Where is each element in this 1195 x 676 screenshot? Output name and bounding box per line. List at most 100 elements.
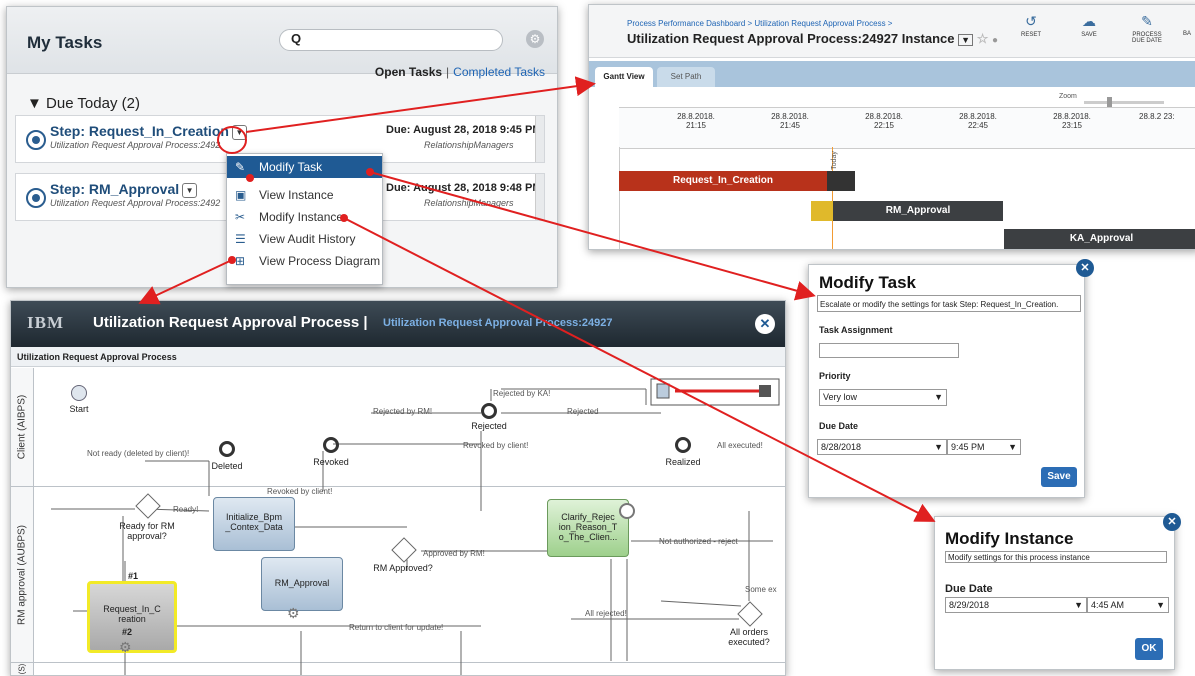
completed-tasks-link[interactable]: Completed Tasks — [453, 65, 545, 79]
end-event-deleted[interactable] — [219, 441, 235, 457]
task-context-menu: ✎ Modify Task ▣ View Instance ✂ Modify Inst… — [226, 153, 383, 285]
menu-label: View Instance — [259, 188, 334, 202]
task-name[interactable]: Step: Request_In_Creation — [50, 123, 229, 139]
edge-label: Return to client for update! — [349, 623, 444, 632]
zoom-label: Zoom — [1059, 93, 1077, 100]
gear-icon[interactable]: ⚙ — [526, 30, 544, 48]
reset-label: RESET — [1020, 32, 1041, 38]
modify-task-dialog: Modify Task ✕ Escalate or modify the set… — [808, 259, 1094, 498]
edge-label: All executed! — [717, 441, 763, 450]
due-date-value: 8/29/2018 — [949, 600, 990, 610]
breadcrumb[interactable]: Process Performance Dashboard > Utilizat… — [627, 19, 892, 28]
reset-button[interactable]: ↺ RESET — [1011, 13, 1051, 38]
ba-button[interactable]: BA — [1177, 13, 1195, 37]
task-name[interactable]: Step: RM_Approval — [50, 181, 179, 197]
gantt-bar[interactable]: RM_Approval — [833, 201, 1003, 221]
tab-gantt-view[interactable]: Gantt View — [595, 67, 653, 87]
instance-description: Modify settings for this process instanc… — [945, 551, 1167, 563]
ok-button[interactable]: OK — [1135, 638, 1163, 660]
gantt-bar[interactable]: Request_In_Creation — [619, 171, 827, 191]
due-time-input[interactable]: 9:45 PM ▼ — [947, 439, 1021, 455]
start-event[interactable] — [71, 385, 87, 401]
menu-item-process-diagram[interactable]: ⊞ View Process Diagram — [227, 250, 382, 272]
swimlane-client — [11, 368, 785, 487]
modify-instance-dialog: Modify Instance ✕ Modify settings for th… — [934, 513, 1181, 670]
open-tasks-link[interactable]: Open Tasks — [375, 65, 442, 79]
edge-label: Rejected by RM! — [373, 407, 433, 416]
swimlane-label: Client (AIBPS) — [11, 368, 34, 486]
gantt-header: Process Performance Dashboard > Utilizat… — [589, 5, 1195, 58]
axis-tick: 28.8.2018. 22:15 — [865, 112, 903, 130]
save-button[interactable]: Save — [1041, 467, 1077, 487]
activity-clarify[interactable]: Clarify_Rejec ion_Reason_T o_The_Clien..… — [547, 499, 629, 557]
end-event-rejected[interactable] — [481, 403, 497, 419]
end-event-realized[interactable] — [675, 437, 691, 453]
activity-request-in-creation[interactable]: Request_In_C reation — [87, 581, 177, 653]
chevron-down-icon: ▼ — [934, 392, 943, 402]
dialog-title: Modify Task — [819, 273, 916, 292]
activity-label: Request_In_C reation — [103, 604, 161, 624]
zoom-slider-track[interactable] — [1084, 101, 1164, 104]
chevron-down-icon: ▼ — [1156, 600, 1165, 610]
task-status-icon — [26, 188, 46, 208]
gear-icon: ⚙ — [119, 639, 132, 655]
due-time-value: 9:45 PM — [951, 442, 985, 452]
activity-label: RM_Approval — [274, 578, 330, 588]
activity-initialize[interactable]: Initialize_Bpm _Contex_Data — [213, 497, 295, 551]
task-dropdown-icon[interactable]: ▼ — [231, 124, 247, 140]
zoom-slider-handle[interactable] — [1107, 97, 1112, 107]
search-input[interactable]: Q — [279, 29, 503, 51]
task-dropdown-icon[interactable]: ▼ — [182, 182, 198, 198]
timer-icon — [619, 503, 635, 519]
menu-label: Modify Instance — [259, 210, 344, 224]
dropdown-icon[interactable]: ▼ — [958, 34, 974, 46]
node-label: Rejected — [471, 421, 507, 431]
due-date-value: 8/28/2018 — [821, 442, 862, 452]
flag-icon[interactable] — [535, 174, 544, 220]
due-date-label: Due Date — [945, 583, 993, 595]
save-button[interactable]: ☁ SAVE — [1069, 13, 1109, 38]
menu-item-view-instance[interactable]: ▣ View Instance — [227, 184, 382, 206]
assignment-label: Task Assignment — [819, 325, 893, 335]
info-icon[interactable]: ● — [992, 35, 998, 46]
close-icon[interactable]: ✕ — [755, 314, 775, 334]
menu-item-modify-task[interactable]: ✎ Modify Task — [227, 156, 382, 178]
end-event-revoked[interactable] — [323, 437, 339, 453]
priority-select[interactable]: Very low ▼ — [819, 389, 947, 406]
task-group: RelationshipManagers — [424, 198, 514, 208]
task-group: RelationshipManagers — [424, 140, 514, 150]
close-icon[interactable]: ✕ — [1076, 259, 1094, 277]
menu-item-modify-instance[interactable]: ✂ Modify Instance — [227, 206, 382, 228]
lane-text: (S) — [17, 663, 27, 675]
menu-label: View Process Diagram — [259, 254, 381, 268]
process-due-date-button[interactable]: ✎ PROCESS DUE DATE — [1127, 13, 1167, 44]
gantt-panel: Process Performance Dashboard > Utilizat… — [588, 4, 1195, 250]
tab-set-path[interactable]: Set Path — [657, 67, 715, 87]
diagram-title: Utilization Request Approval Process | — [93, 314, 368, 331]
due-today-group[interactable]: ▼ Due Today (2) — [27, 95, 140, 112]
token-marker: #2 — [121, 627, 132, 637]
dialog-title: Modify Instance — [945, 529, 1074, 548]
edge-label: Rejected by KA! — [493, 389, 551, 398]
due-time-input[interactable]: 4:45 AM ▼ — [1087, 597, 1169, 613]
calendar-icon: ✎ — [1141, 13, 1153, 29]
swimlane-label: (S) — [11, 663, 34, 675]
star-icon[interactable]: ☆ — [977, 31, 989, 46]
chevron-down-icon: ▼ — [1074, 600, 1083, 610]
assignment-input[interactable] — [819, 343, 959, 358]
flag-icon[interactable] — [535, 116, 544, 162]
edge-label: Revoked by client! — [463, 441, 529, 450]
due-date-input[interactable]: 8/28/2018 ▼ — [817, 439, 947, 455]
edge-label: Not authorized - reject — [659, 537, 738, 546]
close-icon[interactable]: ✕ — [1163, 513, 1181, 531]
activity-rm-approval[interactable]: RM_Approval — [261, 557, 343, 611]
page-title-text: Utilization Request Approval Process:249… — [627, 31, 955, 46]
due-date-input[interactable]: 8/29/2018 ▼ — [945, 597, 1087, 613]
gantt-bar[interactable]: KA_Approval — [1004, 229, 1195, 249]
menu-label: View Audit History — [259, 232, 356, 246]
lane-text: RM approval (AUBPS) — [16, 524, 28, 625]
axis-tick: 28.8.2018. 21:15 — [677, 112, 715, 130]
menu-item-audit-history[interactable]: ☰ View Audit History — [227, 228, 382, 250]
task-process: Utilization Request Approval Process:249… — [50, 198, 221, 208]
edge-label: Not ready (deleted by client)! — [87, 449, 190, 458]
